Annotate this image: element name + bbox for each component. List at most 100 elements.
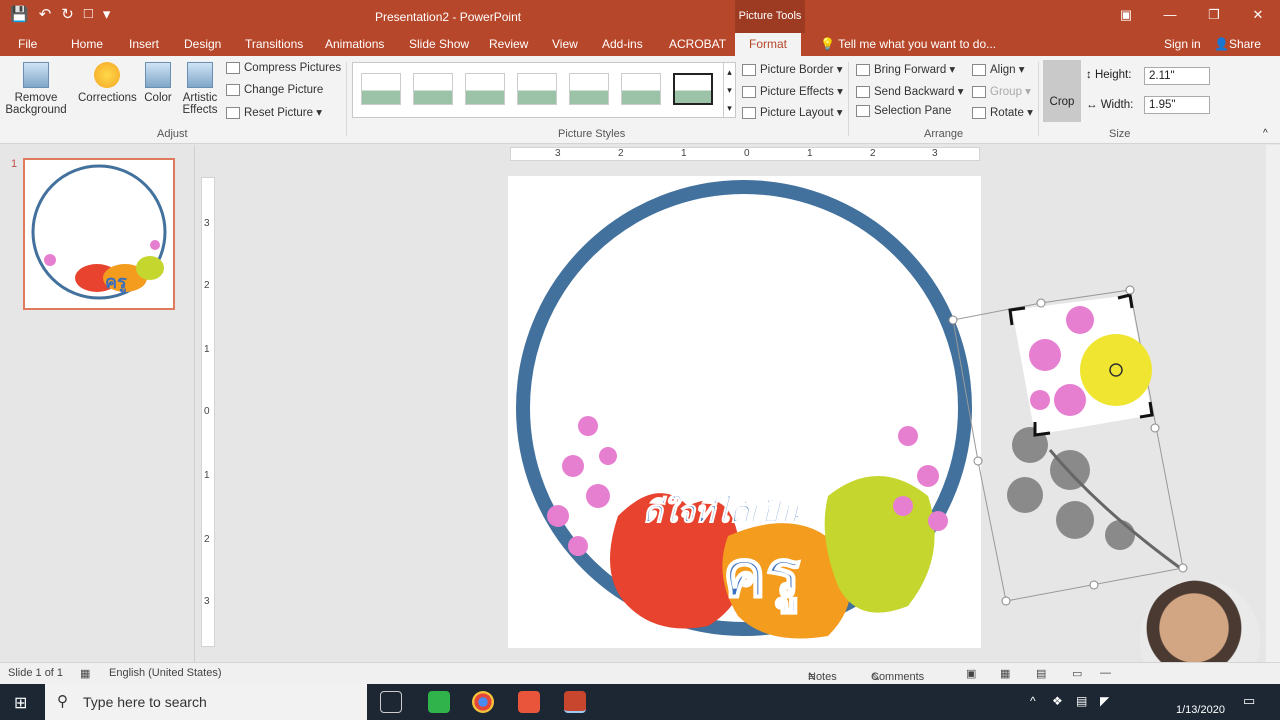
close-icon[interactable]: ✕ <box>1236 0 1280 30</box>
tab-view[interactable]: View <box>552 37 578 51</box>
reset-picture-button[interactable]: Reset Picture ▾ <box>226 105 322 119</box>
crop-button[interactable]: Crop <box>1043 60 1081 122</box>
remove-background-label: Remove Background <box>5 92 67 116</box>
bring-forward-button[interactable]: Bring Forward ▾ <box>856 62 955 76</box>
minimize-icon[interactable]: — <box>1148 0 1192 30</box>
selection-pane-button[interactable]: Selection Pane <box>856 105 951 117</box>
tab-format[interactable]: Format <box>735 33 802 56</box>
change-picture-button[interactable]: Change Picture <box>226 84 323 96</box>
artistic-effects-button[interactable]: Artistic Effects <box>180 62 220 116</box>
tab-slideshow[interactable]: Slide Show <box>409 37 469 51</box>
share-button[interactable]: 👤Share <box>1214 37 1261 51</box>
picture-style-7[interactable] <box>673 73 713 105</box>
recorder-icon[interactable] <box>518 691 540 713</box>
tab-review[interactable]: Review <box>489 37 528 51</box>
picture-style-5[interactable] <box>569 73 609 105</box>
slide-sorter-icon[interactable]: ▦ <box>1000 667 1010 680</box>
tab-animations[interactable]: Animations <box>325 37 384 51</box>
redo-icon[interactable]: ↻ <box>61 5 74 23</box>
group-separator <box>848 62 849 136</box>
ribbon-display-icon[interactable]: ▣ <box>1104 0 1148 30</box>
slide-number: 1 <box>11 158 18 170</box>
vertical-scrollbar[interactable] <box>1266 145 1280 662</box>
restore-icon[interactable]: ❐ <box>1192 0 1236 30</box>
slide-title-thai[interactable]: ครู <box>722 537 801 615</box>
powerpoint-taskbar-icon[interactable] <box>564 691 586 713</box>
ruler-mark: 2 <box>618 148 624 159</box>
slideshow-view-icon[interactable]: ▭ <box>1072 667 1082 680</box>
slide-heading-thai[interactable]: ดีใจที่ได้เป็น <box>643 490 801 531</box>
notifications-icon[interactable]: ▭ <box>1243 693 1255 709</box>
picture-layout-label: Picture Layout <box>760 107 834 119</box>
tab-addins[interactable]: Add-ins <box>602 37 643 51</box>
selected-picture-crop[interactable] <box>940 280 1200 610</box>
chrome-icon[interactable] <box>472 691 494 713</box>
picture-style-4[interactable] <box>517 73 557 105</box>
sun-icon <box>94 62 120 88</box>
tab-acrobat[interactable]: ACROBAT <box>669 37 726 51</box>
camtasia-icon[interactable] <box>428 691 450 713</box>
workspace: 1 ครู 3 2 1 0 1 2 3 3 2 1 0 1 2 3 ดีใจที… <box>0 145 1280 662</box>
picture-effects-button[interactable]: Picture Effects ▾ <box>742 84 843 98</box>
slide-canvas[interactable]: ดีใจที่ได้เป็น ครู <box>508 176 981 648</box>
send-backward-button[interactable]: Send Backward ▾ <box>856 84 964 98</box>
undo-icon[interactable]: ↶ <box>39 5 52 23</box>
align-button[interactable]: Align ▾ <box>972 62 1025 76</box>
taskbar-search[interactable]: ⚲ Type here to search <box>45 684 367 720</box>
windows-start-icon[interactable]: ⊞ <box>14 693 27 713</box>
horizontal-ruler: 3 2 1 0 1 2 3 <box>510 147 980 161</box>
picture-effects-label: Picture Effects <box>760 86 834 98</box>
gallery-scroll[interactable]: ▴ ▾ ▾ <box>723 63 735 117</box>
save-icon[interactable]: 💾 <box>10 5 29 23</box>
presenter-icon[interactable]: □ <box>84 5 93 23</box>
picture-style-2[interactable] <box>413 73 453 105</box>
picture-style-3[interactable] <box>465 73 505 105</box>
collapse-ribbon-icon[interactable]: ^ <box>1263 128 1268 139</box>
tab-file[interactable]: File <box>18 37 37 51</box>
sign-in-link[interactable]: Sign in <box>1164 37 1201 51</box>
zoom-out-icon[interactable]: — <box>1100 667 1111 679</box>
tab-transitions[interactable]: Transitions <box>245 37 303 51</box>
rotate-button[interactable]: Rotate ▾ <box>972 105 1033 119</box>
reading-view-icon[interactable]: ▤ <box>1036 667 1046 680</box>
tab-design[interactable]: Design <box>184 37 221 51</box>
remove-background-button[interactable]: Remove Background <box>5 62 67 116</box>
spell-check-icon[interactable]: ▦ <box>80 667 90 680</box>
wifi-icon[interactable]: ◤ <box>1100 694 1109 708</box>
taskbar-date: 1/13/2020 <box>1176 704 1225 716</box>
dropbox-icon[interactable]: ❖ <box>1052 694 1063 708</box>
customize-qat-icon[interactable]: ▾ <box>103 5 111 23</box>
crop-label: Crop <box>1049 96 1075 108</box>
group-separator <box>346 62 347 136</box>
tab-insert[interactable]: Insert <box>129 37 159 51</box>
normal-view-icon[interactable]: ▣ <box>966 667 976 680</box>
selection-pane-icon <box>856 105 870 117</box>
color-button[interactable]: Color <box>142 62 174 104</box>
task-view-icon[interactable] <box>380 691 402 713</box>
lightbulb-icon: 💡 <box>820 37 839 51</box>
tab-home[interactable]: Home <box>71 37 103 51</box>
corrections-label: Corrections <box>78 92 137 104</box>
picture-border-button[interactable]: Picture Border ▾ <box>742 62 842 76</box>
tray-up-icon[interactable]: ^ <box>1030 694 1036 708</box>
picture-layout-button[interactable]: Picture Layout ▾ <box>742 105 842 119</box>
width-input[interactable]: 1.95" <box>1144 96 1210 114</box>
slide-thumbnail[interactable]: ครู <box>23 158 175 310</box>
tell-me-search[interactable]: 💡 Tell me what you want to do... <box>820 37 996 51</box>
height-input[interactable]: 2.11" <box>1144 67 1210 85</box>
group-button[interactable]: Group ▾ <box>972 84 1031 98</box>
artistic-effects-icon <box>187 62 213 88</box>
slide-count: Slide 1 of 1 <box>8 667 64 679</box>
picture-style-1[interactable] <box>361 73 401 105</box>
language-status[interactable]: English (United States) <box>109 667 222 679</box>
group-separator <box>1038 62 1039 136</box>
compress-pictures-button[interactable]: Compress Pictures <box>226 62 341 74</box>
picture-style-6[interactable] <box>621 73 661 105</box>
taskbar-search-placeholder: Type here to search <box>83 694 207 710</box>
border-icon <box>742 63 756 76</box>
corrections-button[interactable]: Corrections <box>78 62 137 104</box>
network-icon[interactable]: ▤ <box>1076 694 1087 708</box>
ruler-mark: 0 <box>744 148 750 159</box>
ruler-mark: 3 <box>204 218 210 229</box>
comments-label: Comments <box>871 671 925 683</box>
